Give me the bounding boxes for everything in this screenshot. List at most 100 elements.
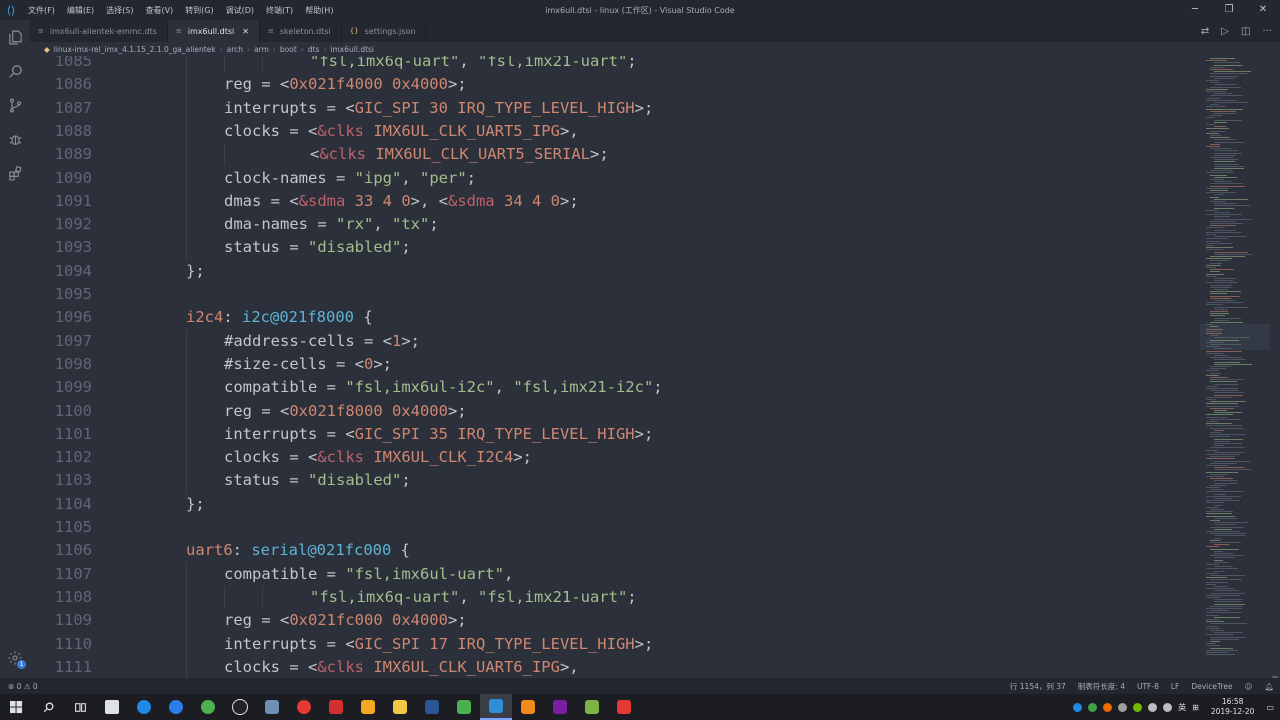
red-c-app-icon[interactable] [608, 694, 640, 720]
code-line[interactable]: 1105 [30, 516, 1200, 539]
tab-skeleton-dtsi[interactable]: ≡ skeleton.dtsi [260, 20, 342, 42]
red-app-icon[interactable] [320, 694, 352, 720]
code-line[interactable]: 1102 clocks = <&clks IMX6UL_CLK_I2C4>; [30, 446, 1200, 470]
code-line[interactable]: 1108 "fsl,imx6q-uart", "fsl,imx21-uart"; [30, 585, 1200, 610]
camera-app-icon[interactable] [96, 694, 128, 720]
ime-grid-icon[interactable]: ⊞ [1192, 703, 1199, 712]
problems-indicator[interactable]: ⊗ 0 ⚠ 0 [8, 682, 38, 691]
tray-app-icon[interactable] [1103, 702, 1113, 712]
notifications-bell-icon[interactable]: 🔔︎ [1264, 682, 1274, 691]
end-of-line[interactable]: LF [1171, 682, 1180, 691]
tab-size[interactable]: 制表符长度: 4 [1078, 681, 1125, 692]
code-line[interactable]: 1111 clocks = <&clks IMX6UL_CLK_UART6_IPG… [30, 655, 1200, 678]
menu-item[interactable]: 终端(T) [260, 5, 299, 16]
code-line[interactable]: 1089 <&clks IMX6UL_CLK_UART5_SERIAL>; [30, 143, 1200, 167]
orange-c-app-icon[interactable] [512, 694, 544, 720]
tray-nvidia-icon[interactable] [1133, 702, 1143, 712]
menu-item[interactable]: 文件(F) [22, 5, 61, 16]
tray-network-icon[interactable] [1148, 702, 1158, 712]
close-tab-icon[interactable]: ✕ [242, 27, 249, 36]
breadcrumb-item[interactable]: arm [254, 45, 269, 54]
code-line[interactable]: 1086 reg = <0x021f4000 0x4000>; [30, 73, 1200, 97]
code-line[interactable]: 1085 "fsl,imx6q-uart", "fsl,imx21-uart"; [30, 56, 1200, 74]
green-c-app-icon[interactable] [448, 694, 480, 720]
code-line[interactable]: 1090 clock-names = "ipg", "per"; [30, 166, 1200, 190]
breadcrumb-item[interactable]: linux-imx-rel_imx_4.1.15_2.1.0_ga_alient… [54, 45, 216, 54]
browser-blue-icon[interactable] [160, 694, 192, 720]
breadcrumb-item[interactable]: boot [280, 45, 297, 54]
menu-item[interactable]: 帮助(H) [299, 5, 339, 16]
tray-wechat-icon[interactable] [1088, 702, 1098, 712]
ime-indicator[interactable]: 英 [1178, 702, 1186, 713]
split-editor-icon[interactable]: ◫ [1241, 26, 1250, 37]
code-line[interactable]: 1088 clocks = <&clks IMX6UL_CLK_UART5_IPG… [30, 119, 1200, 144]
word-icon[interactable] [416, 694, 448, 720]
run-icon[interactable]: ▷ [1221, 26, 1229, 37]
action-center-icon[interactable]: ▭ [1266, 703, 1274, 712]
close-icon[interactable]: ✕ [1246, 0, 1280, 20]
tab-imx6ull-dtsi[interactable]: ≡ imx6ull.dtsi ✕ [167, 20, 260, 42]
linux-tux-icon[interactable] [224, 694, 256, 720]
file-explorer-icon[interactable] [384, 694, 416, 720]
manage-gear-icon[interactable]: 1 [0, 646, 30, 670]
menu-item[interactable]: 选择(S) [100, 5, 139, 16]
breadcrumb-item[interactable]: imx6ull.dtsi [330, 45, 374, 54]
code-line[interactable]: 1110 interrupts = <GIC_SPI 17 IRQ_TYPE_LE… [30, 632, 1200, 656]
code-line[interactable]: 1091 dmas = <&sdma 33 4 0>, <&sdma 34 4 0… [30, 189, 1200, 214]
code-line[interactable]: 1099 compatible = "fsl,imx6ul-i2c", "fsl,… [30, 376, 1200, 400]
code-line[interactable]: 1101 interrupts = <GIC_SPI 35 IRQ_TYPE_LE… [30, 422, 1200, 447]
onenote-icon[interactable] [544, 694, 576, 720]
code-editor[interactable]: 1085 "fsl,imx6q-uart", "fsl,imx21-uart"; 1… [30, 56, 1200, 678]
code-line[interactable]: 1098 #size-cells = <0>; [30, 352, 1200, 377]
tray-bluetooth-icon[interactable] [1118, 702, 1128, 712]
code-line[interactable]: 1104}; [30, 493, 1200, 516]
start-windows-icon[interactable] [0, 694, 32, 720]
code-line[interactable]: 1096 i2c4: i2c@021f8000 { [30, 306, 1200, 329]
smiley-feedback-icon[interactable]: ☺ [1245, 682, 1253, 691]
code-line[interactable]: 1094}; [30, 260, 1200, 283]
breadcrumb-item[interactable]: arch [227, 45, 243, 54]
tray-s-icon[interactable] [1073, 702, 1083, 712]
source-control-icon[interactable] [0, 88, 30, 122]
vscode-taskbar-icon[interactable] [480, 694, 512, 720]
language-mode[interactable]: DeviceTree [1191, 682, 1232, 691]
menu-item[interactable]: 转到(G) [179, 5, 219, 16]
extensions-icon[interactable] [0, 156, 30, 190]
orange-app-icon[interactable] [352, 694, 384, 720]
code-line[interactable]: 1106 uart6: serial@021fc000 { [30, 539, 1200, 562]
minimap[interactable] [1200, 56, 1280, 678]
weibo-icon[interactable] [288, 694, 320, 720]
green-app-icon[interactable] [192, 694, 224, 720]
tray-volume-icon[interactable] [1163, 702, 1173, 712]
code-line[interactable]: 1092 dma-names = "rx", "tx"; [30, 213, 1200, 237]
menu-item[interactable]: 查看(V) [139, 5, 179, 16]
tab-imx6ull-alientek-emmc[interactable]: ≡ imx6ull-alientek-emmc.dts [30, 20, 168, 42]
code-line[interactable]: 1107 compatible = "fsl,imx6ul-uart", [30, 562, 1200, 586]
maximize-icon[interactable]: ❐ [1212, 0, 1246, 20]
code-line[interactable]: 1097 #address-cells = <1>; [30, 329, 1200, 353]
code-line[interactable]: 1100 reg = <0x021f8000 0x4000>; [30, 399, 1200, 423]
green-editor-icon[interactable] [576, 694, 608, 720]
search-icon[interactable] [0, 54, 30, 88]
edge-browser-icon[interactable] [128, 694, 160, 720]
task-view-icon[interactable] [64, 694, 96, 720]
search-taskbar-icon[interactable] [32, 694, 64, 720]
tab-settings-json[interactable]: {} settings.json [342, 20, 427, 42]
more-actions-icon[interactable]: ··· [1262, 26, 1272, 37]
menu-item[interactable]: 调试(D) [220, 5, 260, 16]
code-line[interactable]: 1087 interrupts = <GIC_SPI 30 IRQ_TYPE_LE… [30, 96, 1200, 120]
compare-icon[interactable]: ⇄ [1201, 26, 1209, 37]
code-line[interactable]: 1093 status = "disabled"; [30, 236, 1200, 260]
cursor-position[interactable]: 行 1154，列 37 [1010, 681, 1066, 692]
code-line[interactable]: 1103 status = "disabled"; [30, 469, 1200, 493]
encoding[interactable]: UTF-8 [1137, 682, 1159, 691]
breadcrumb-item[interactable]: dts [308, 45, 320, 54]
explorer-icon[interactable] [0, 20, 30, 54]
code-line[interactable]: 1109 reg = <0x021fc000 0x4000>; [30, 609, 1200, 633]
minimize-icon[interactable]: ─ [1178, 0, 1212, 20]
clock[interactable]: 16:58 2019-12-20 [1211, 697, 1255, 717]
code-line[interactable]: 1095 [30, 283, 1200, 306]
network-app-icon[interactable] [256, 694, 288, 720]
menu-item[interactable]: 编辑(E) [61, 5, 100, 16]
debug-icon[interactable] [0, 122, 30, 156]
